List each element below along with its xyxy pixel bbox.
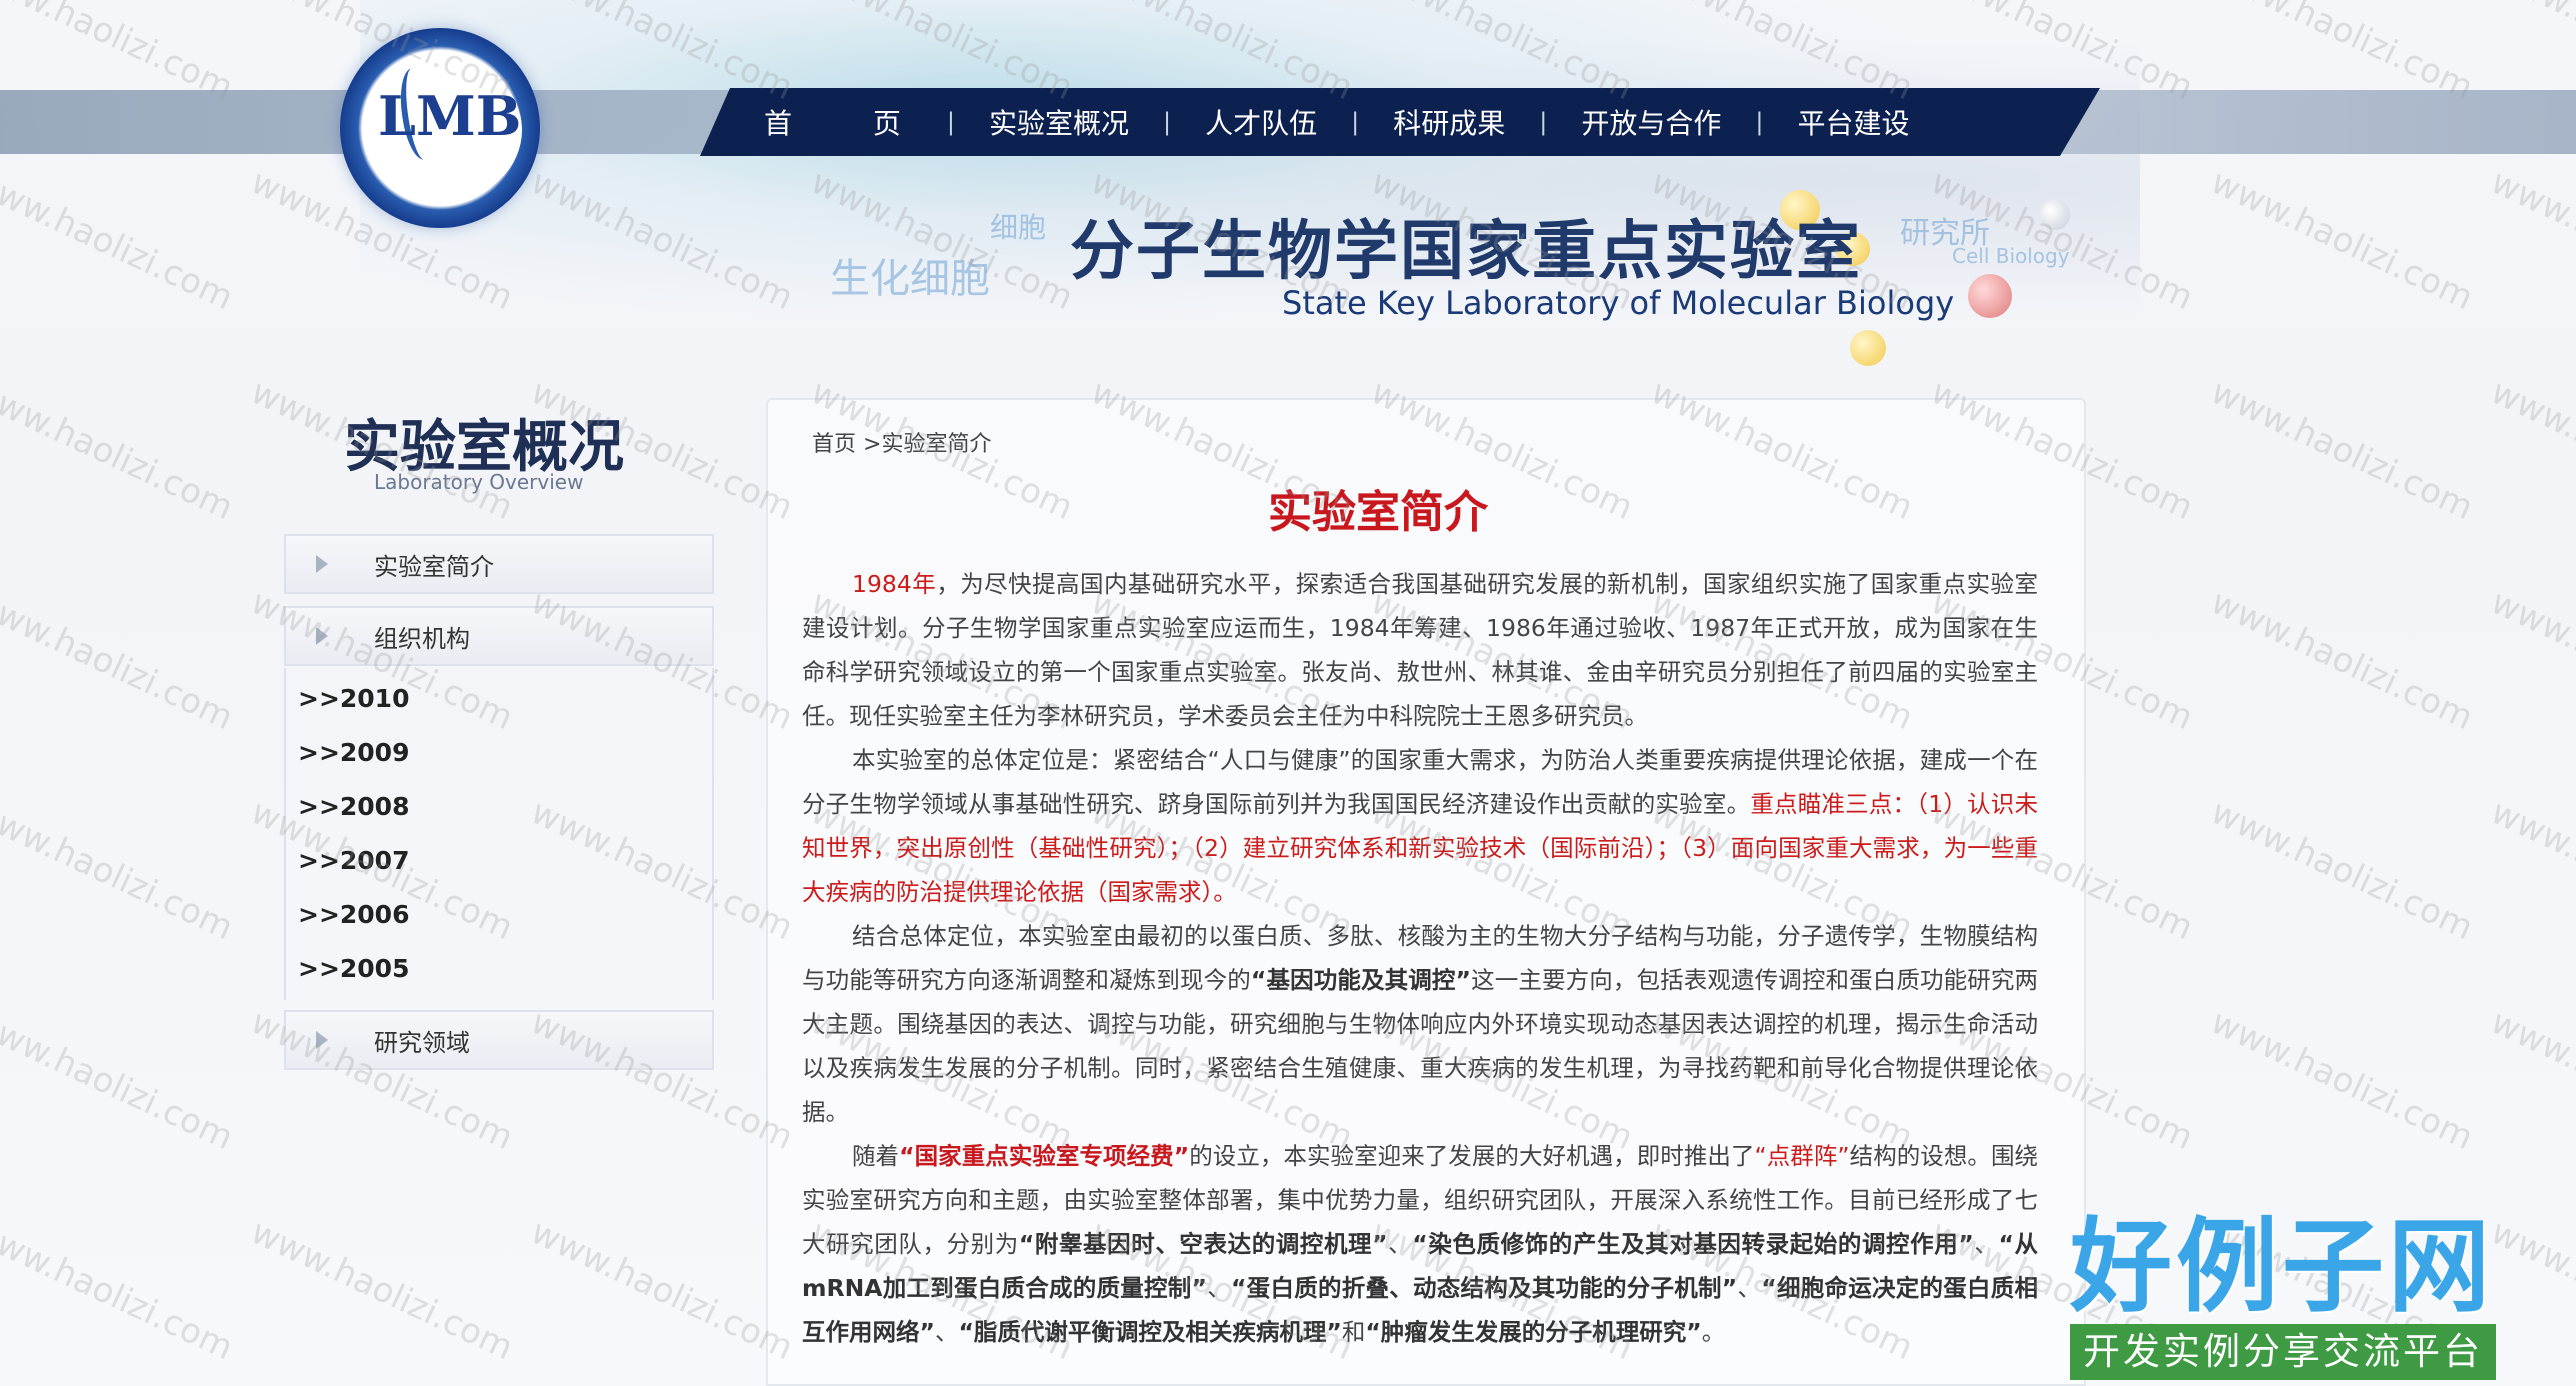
nav-separator: | — [1351, 108, 1360, 136]
sidebar-item-label: 实验室简介 — [374, 552, 494, 581]
banner-faint-text: 生化细胞 — [830, 256, 990, 302]
research-team: “脂质代谢平衡调控及相关疾病机理” — [958, 1318, 1342, 1346]
paragraph-text: 、 — [1206, 1274, 1231, 1302]
article-paragraph: 随着“国家重点实验室专项经费”的设立，本实验室迎来了发展的大好机遇，即时推出了“… — [802, 1134, 2038, 1354]
article-paragraph: 结合总体定位，本实验室由最初的以蛋白质、多肽、核酸为主的生物大分子结构与功能，分… — [802, 914, 2038, 1134]
sidebar-item-label: 组织机构 — [374, 624, 470, 653]
molecule-decoration — [1968, 274, 2012, 318]
year-list: >>2010 >>2009 >>2008 >>2007 >>2006 >>200… — [284, 668, 714, 1000]
nav-separator: | — [1755, 108, 1764, 136]
main-nav: 首 页 | 实验室概况 | 人才队伍 | 科研成果 | 开放与合作 | 平台建设 — [740, 88, 1933, 156]
year-link-2010[interactable]: >>2010 — [286, 672, 712, 726]
article-paragraph: 1984年，为尽快提高国内基础研究水平，探索适合我国基础研究发展的新机制，国家组… — [802, 562, 2038, 738]
breadcrumb-separator: > — [856, 432, 882, 457]
nav-lab-overview[interactable]: 实验室概况 — [965, 102, 1153, 142]
breadcrumb: 首页 >实验室简介 — [812, 426, 991, 458]
bold-research-direction: “基因功能及其调控” — [1250, 966, 1471, 994]
year-link-2009[interactable]: >>2009 — [286, 726, 712, 780]
paragraph-text: 。 — [1701, 1318, 1726, 1346]
banner-faint-text: 细胞 — [990, 211, 1047, 244]
banner-title-en: State Key Laboratory of Molecular Biolog… — [1282, 284, 1955, 322]
paragraph-text: 、 — [1737, 1274, 1762, 1302]
sidebar-item-research-areas[interactable]: 研究领域 — [284, 1010, 714, 1070]
molecule-decoration — [2040, 200, 2070, 230]
banner-faint-text: Cell Biology — [1952, 244, 2070, 268]
triangle-right-icon — [316, 555, 328, 573]
sidebar-item-lab-intro[interactable]: 实验室简介 — [284, 534, 714, 594]
nav-separator: | — [1539, 108, 1548, 136]
year-link-2007[interactable]: >>2007 — [286, 834, 712, 888]
year-link-2008[interactable]: >>2008 — [286, 780, 712, 834]
page-title: 实验室简介 — [1268, 487, 1488, 538]
triangle-right-icon — [316, 627, 328, 645]
nav-separator: | — [946, 108, 955, 136]
paragraph-text: 、 — [1973, 1230, 1999, 1258]
nav-research-results[interactable]: 科研成果 — [1369, 102, 1529, 142]
paragraph-text: 随着 — [852, 1142, 900, 1170]
research-team: “染色质修饰的产生及其对基因转录起始的调控作用” — [1412, 1230, 1974, 1258]
highlight-special-fund: “国家重点实验室专项经费” — [899, 1142, 1190, 1170]
sidebar: 实验室简介 组织机构 >>2010 >>2009 >>2008 >>2007 >… — [284, 534, 714, 1082]
year-link-2005[interactable]: >>2005 — [286, 942, 712, 996]
year-link-2006[interactable]: >>2006 — [286, 888, 712, 942]
breadcrumb-current: 实验室简介 — [881, 432, 992, 457]
highlight-point-group-array: “点群阵” — [1754, 1142, 1850, 1170]
paragraph-text: 的设立，本实验室迎来了发展的大好机遇，即时推出了 — [1189, 1142, 1755, 1170]
paragraph-text: 、 — [1387, 1230, 1413, 1258]
banner-title-cn: 分子生物学国家重点实验室 — [1070, 214, 1862, 289]
article-body: 1984年，为尽快提高国内基础研究水平，探索适合我国基础研究发展的新机制，国家组… — [802, 562, 2038, 1354]
nav-talent[interactable]: 人才队伍 — [1181, 102, 1341, 142]
paragraph-text: 、 — [934, 1318, 959, 1346]
site-logo-tagline: 开发实例分享交流平台 — [2070, 1324, 2496, 1380]
triangle-right-icon — [316, 1031, 328, 1049]
nav-open-cooperation[interactable]: 开放与合作 — [1557, 102, 1745, 142]
research-team: “附睾基因时、空表达的调控机理” — [1018, 1230, 1388, 1258]
nav-separator: | — [1163, 108, 1172, 136]
site-logo-text: 好例子网 — [2070, 1208, 2494, 1327]
research-team: “肿瘤发生发展的分子机理研究” — [1365, 1318, 1702, 1346]
highlight-year: 1984年 — [852, 570, 937, 598]
paragraph-text: 和 — [1341, 1318, 1366, 1346]
lab-logo-text: LMB — [378, 84, 522, 148]
paragraph-text: ，为尽快提高国内基础研究水平，探索适合我国基础研究发展的新机制，国家组织实施了国… — [802, 570, 2038, 730]
sidebar-item-label: 研究领域 — [374, 1028, 470, 1057]
nav-platform[interactable]: 平台建设 — [1773, 102, 1933, 142]
article-paragraph: 本实验室的总体定位是：紧密结合“人口与健康”的国家重大需求，为防治人类重要疾病提… — [802, 738, 2038, 914]
molecule-decoration — [1850, 330, 1886, 366]
nav-home[interactable]: 首 页 — [740, 102, 937, 142]
haolizi-site-logo[interactable]: 好例子网 开发实例分享交流平台 — [2070, 1212, 2496, 1386]
sidebar-item-organization[interactable]: 组织机构 — [284, 606, 714, 666]
breadcrumb-home-link[interactable]: 首页 — [812, 432, 856, 457]
research-team: “蛋白质的折叠、动态结构及其功能的分子机制” — [1230, 1274, 1738, 1302]
